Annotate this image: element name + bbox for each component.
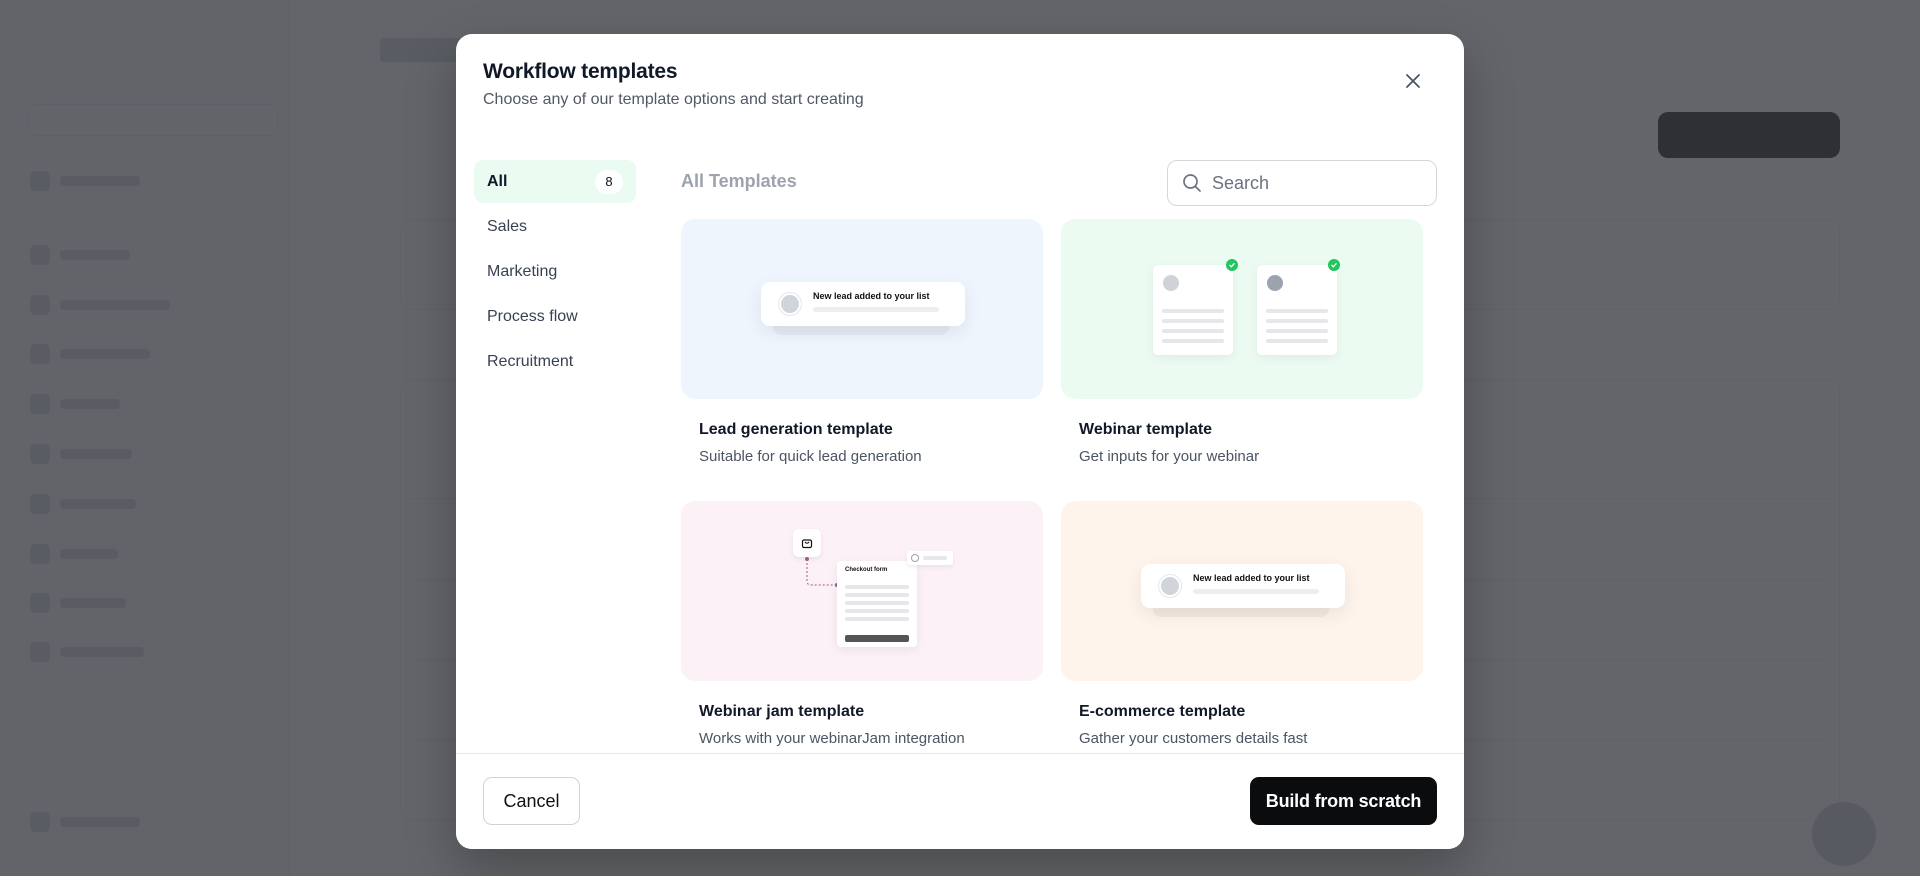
category-label: Process flow	[487, 307, 578, 325]
preview-card	[1257, 265, 1337, 355]
avatar	[1267, 275, 1283, 291]
preview-text: Checkout form	[845, 567, 888, 573]
template-name: Webinar jam template	[699, 703, 865, 720]
template-description: Gather your customers details fast	[1079, 730, 1308, 747]
templates-grid: New lead added to your list Lead generat…	[681, 219, 1441, 787]
category-label: Recruitment	[487, 352, 574, 370]
bag-icon	[793, 529, 821, 557]
preview-chip	[907, 551, 953, 565]
template-preview	[1061, 219, 1423, 399]
template-name: E-commerce template	[1079, 703, 1246, 720]
workflow-templates-modal: Workflow templates Choose any of our tem…	[456, 34, 1464, 849]
avatar	[1159, 575, 1181, 597]
template-preview: New lead added to your list	[1061, 501, 1423, 681]
close-button[interactable]	[1400, 68, 1426, 94]
section-title: All Templates	[681, 171, 797, 191]
build-from-scratch-button[interactable]: Build from scratch	[1250, 777, 1437, 825]
category-count-badge: 8	[595, 169, 623, 194]
template-preview: Checkout form	[681, 501, 1043, 681]
category-list: All 8 Sales Marketing Process flow Recru…	[474, 160, 636, 385]
search-icon	[1183, 174, 1201, 192]
search-input[interactable]	[1212, 172, 1422, 194]
template-description: Works with your webinarJam integration	[699, 730, 965, 747]
template-name: Lead generation template	[699, 421, 893, 438]
category-label: Sales	[487, 217, 528, 235]
template-description: Suitable for quick lead generation	[699, 448, 922, 465]
preview-form: Checkout form	[837, 561, 917, 647]
category-all[interactable]: All 8	[474, 160, 636, 203]
avatar	[1163, 275, 1179, 291]
category-label: All	[487, 172, 508, 190]
preview-card	[1153, 265, 1233, 355]
category-marketing[interactable]: Marketing	[474, 250, 636, 293]
template-card-lead-generation[interactable]: New lead added to your list Lead generat…	[681, 219, 1043, 465]
template-card-webinar-jam[interactable]: Checkout form Webinar jam template Works…	[681, 501, 1043, 747]
preview-text: New lead added to your list	[1193, 573, 1310, 583]
modal-subtitle: Choose any of our template options and s…	[483, 91, 864, 108]
check-icon	[1226, 259, 1238, 271]
close-icon	[1406, 74, 1420, 88]
preview-notification: New lead added to your list	[761, 282, 965, 326]
category-recruitment[interactable]: Recruitment	[474, 340, 636, 383]
cancel-button[interactable]: Cancel	[483, 777, 580, 825]
modal-footer: Cancel Build from scratch	[456, 753, 1464, 849]
template-preview: New lead added to your list	[681, 219, 1043, 399]
preview-text: New lead added to your list	[813, 291, 930, 301]
template-card-e-commerce[interactable]: New lead added to your list E-commerce t…	[1061, 501, 1423, 747]
avatar	[779, 293, 801, 315]
check-icon	[1328, 259, 1340, 271]
template-description: Get inputs for your webinar	[1079, 448, 1260, 465]
modal-title: Workflow templates	[483, 60, 678, 83]
category-process-flow[interactable]: Process flow	[474, 295, 636, 338]
category-sales[interactable]: Sales	[474, 205, 636, 248]
template-name: Webinar template	[1079, 421, 1213, 438]
template-card-webinar[interactable]: Webinar template Get inputs for your web…	[1061, 219, 1423, 465]
category-label: Marketing	[487, 262, 558, 280]
preview-notification: New lead added to your list	[1141, 564, 1345, 608]
search-box[interactable]	[1167, 160, 1437, 206]
